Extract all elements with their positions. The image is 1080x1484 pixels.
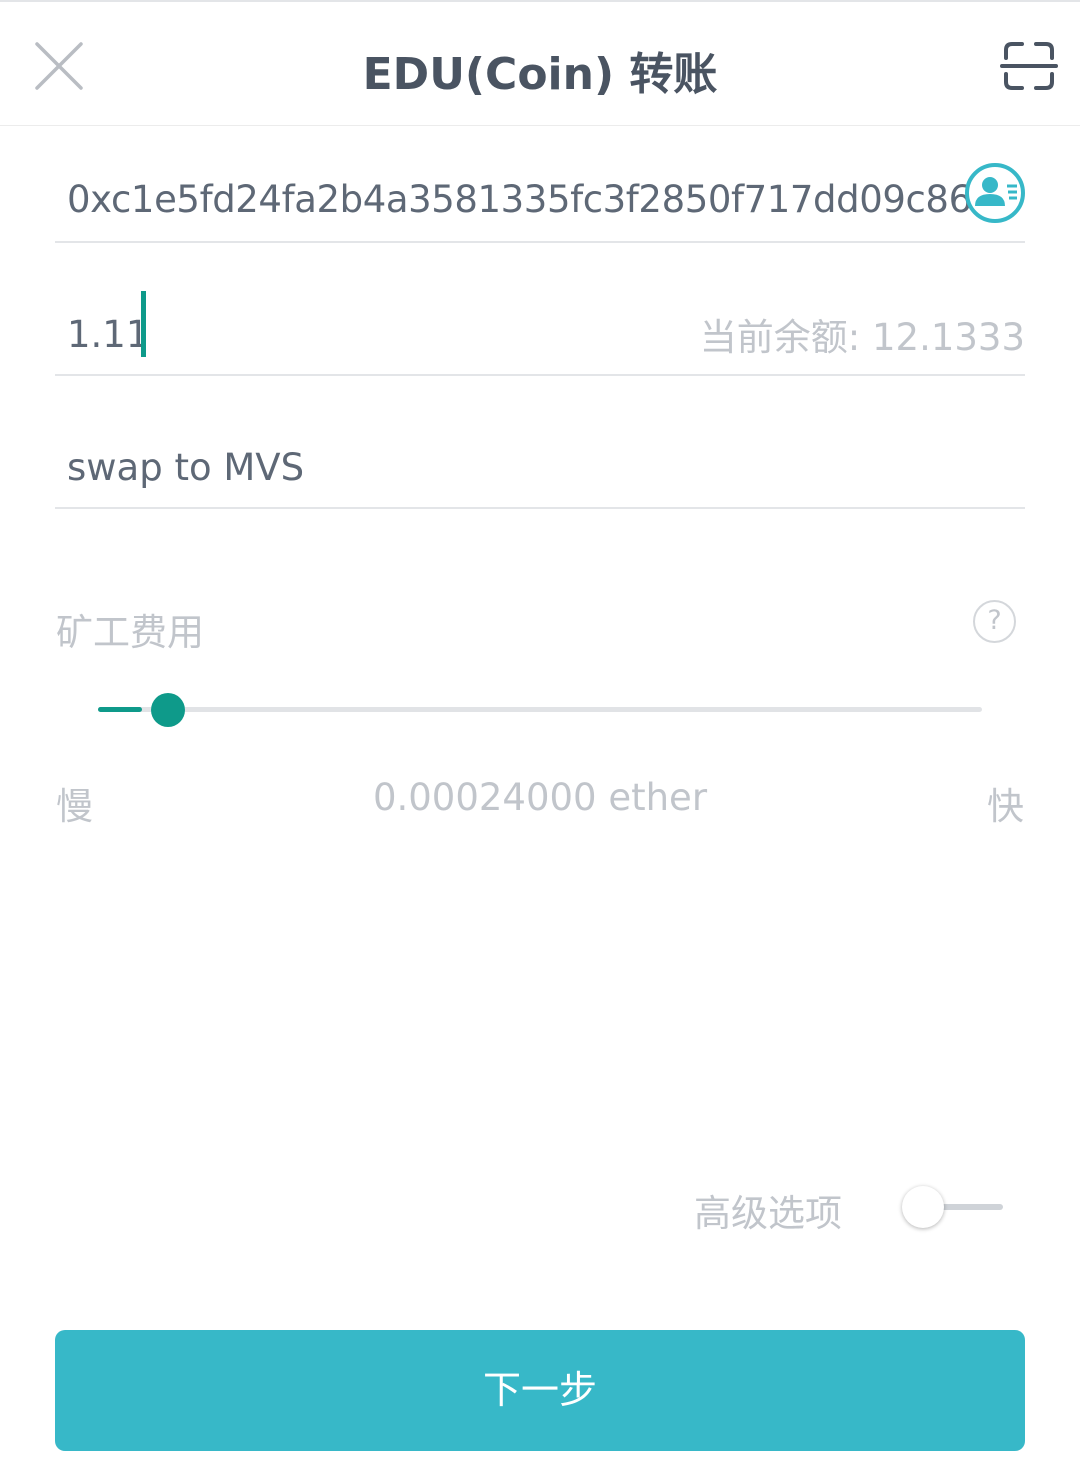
slider-thumb[interactable]	[151, 693, 185, 727]
contact-book-icon	[965, 163, 1025, 223]
scan-button[interactable]	[1000, 40, 1058, 92]
amount-input[interactable]: 1.11	[67, 313, 149, 356]
fee-slider[interactable]	[98, 690, 982, 730]
slider-fill	[98, 707, 142, 712]
fee-label: 矿工费用	[56, 611, 204, 654]
fee-value: 0.00024000 ether	[372, 776, 708, 819]
toggle-knob	[902, 1186, 944, 1228]
address-input[interactable]: 0xc1e5fd24fa2b4a3581335fc3f2850f717dd09c…	[67, 178, 972, 221]
next-step-button[interactable]: 下一步	[55, 1330, 1025, 1451]
contact-book-button[interactable]	[963, 161, 1027, 225]
fast-label: 快	[987, 785, 1024, 828]
page-title: EDU(Coin) 转账	[362, 49, 718, 100]
memo-input[interactable]: swap to MVS	[67, 446, 304, 489]
amount-field[interactable]: 1.11 当前余额: 12.1333	[55, 275, 1025, 376]
advanced-options-toggle[interactable]	[900, 1184, 1005, 1230]
slider-track	[98, 707, 982, 712]
help-icon[interactable]: ?	[973, 600, 1016, 643]
address-field[interactable]: 0xc1e5fd24fa2b4a3581335fc3f2850f717dd09c…	[55, 145, 1025, 243]
text-cursor	[141, 291, 146, 357]
top-bar: EDU(Coin) 转账	[0, 0, 1080, 126]
memo-field[interactable]: swap to MVS	[55, 410, 1025, 509]
advanced-options-label: 高级选项	[694, 1192, 842, 1235]
scan-icon	[1000, 42, 1058, 90]
balance-text: 当前余额: 12.1333	[699, 316, 1025, 359]
